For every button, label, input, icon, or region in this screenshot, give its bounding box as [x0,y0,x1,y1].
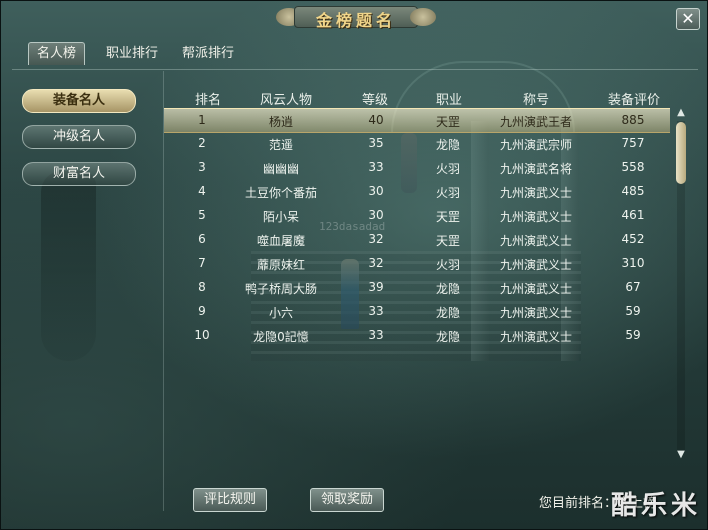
title-banner: 金榜题名 [276,3,436,31]
sidebar-item-wealth[interactable]: 财富名人 [22,162,136,186]
cell-level: 39 [368,280,384,294]
header-rank: 排名 [194,93,221,108]
cell-job: 火羽 [435,258,460,272]
header-score: 装备评价 [607,93,660,108]
cell-rank: 8 [198,280,206,294]
site-watermark: 酷乐米 [611,491,702,521]
cell-name: 蘼原妹红 [256,258,305,272]
table-row[interactable]: 10 龙隐0記憶 33 龙隐 九州演武义士 59 [164,324,670,347]
cell-rank: 3 [198,160,206,174]
cell-score: 59 [625,328,641,342]
cell-title: 九州演武宗师 [499,138,572,152]
sidebar-item-level[interactable]: 冲级名人 [22,125,136,149]
cell-score: 558 [621,160,645,174]
close-icon: ✕ [681,9,695,28]
tab-celebrity[interactable]: 名人榜 [28,42,86,65]
cell-level: 33 [368,328,384,342]
table-row[interactable]: 4 土豆你个番茄 30 火羽 九州演武义士 485 [164,180,670,203]
header-title: 称号 [522,93,549,108]
cell-level: 32 [368,232,384,246]
cell-title: 九州演武义士 [499,186,572,200]
cell-name: 龙隐0記憶 [253,330,309,344]
table-row[interactable]: 3 幽幽幽 33 火羽 九州演武名将 558 [164,156,670,179]
cell-name: 幽幽幽 [262,162,299,176]
cell-level: 40 [368,113,384,127]
cell-level: 30 [368,208,384,222]
cell-job: 天罡 [435,234,460,248]
cell-job: 天罡 [435,115,460,129]
cell-score: 757 [621,136,645,150]
cell-score: 485 [621,184,645,198]
cell-title: 九州演武义士 [499,282,572,296]
cell-name: 陌小呆 [262,210,299,224]
cell-rank: 6 [198,232,206,246]
cell-job: 龙隐 [435,138,460,152]
sidebar: 装备名人 冲级名人 财富名人 [12,71,164,511]
cell-score: 59 [625,304,641,318]
cell-score: 67 [625,280,641,294]
cell-level: 33 [368,304,384,318]
table-row[interactable]: 8 鸭子桥周大肠 39 龙隐 九州演武义士 67 [164,276,670,299]
cell-title: 九州演武义士 [499,210,572,224]
cell-score: 461 [621,208,645,222]
cell-level: 35 [368,136,384,150]
cell-name: 噬血屠魔 [256,234,305,248]
cell-title: 九州演武义士 [499,330,572,344]
cell-rank: 5 [198,208,206,222]
close-button[interactable]: ✕ [676,8,700,30]
cell-rank: 7 [198,256,206,270]
scrollbar-thumb[interactable] [676,122,686,184]
table-row[interactable]: 1 杨逍 40 天罡 九州演武王者 885 [164,108,670,133]
cell-rank: 10 [194,328,210,342]
cell-score: 452 [621,232,645,246]
cell-level: 33 [368,160,384,174]
cell-name: 鸭子桥周大肠 [244,282,317,296]
rules-button[interactable]: 评比规则 [193,488,267,512]
table-row[interactable]: 5 陌小呆 30 天罡 九州演武义士 461 [164,204,670,227]
cell-job: 天罡 [435,210,460,224]
window-title: 金榜题名 [315,11,396,30]
cell-rank: 9 [198,304,206,318]
cell-level: 32 [368,256,384,270]
cell-score: 885 [621,113,645,127]
cell-title: 九州演武义士 [499,234,572,248]
cell-rank: 4 [198,184,206,198]
cell-name: 范遥 [268,138,293,152]
scroll-down-icon[interactable]: ▼ [675,449,687,461]
table-row[interactable]: 7 蘼原妹红 32 火羽 九州演武义士 310 [164,252,670,275]
cell-job: 龙隐 [435,330,460,344]
cell-name: 杨逍 [268,115,293,129]
cell-job: 龙隐 [435,282,460,296]
cell-title: 九州演武名将 [499,162,572,176]
header-name: 风云人物 [259,93,312,108]
cell-name: 小六 [268,306,293,320]
cell-job: 火羽 [435,186,460,200]
cell-rank: 1 [198,113,206,127]
cell-title: 九州演武义士 [499,258,572,272]
table-row[interactable]: 9 小六 33 龙隐 九州演武义士 59 [164,300,670,323]
header-job: 职业 [435,93,462,108]
table-header: 排名 风云人物 等级 职业 称号 装备评价 [164,86,670,108]
cell-job: 火羽 [435,162,460,176]
tab-guild-ranking[interactable]: 帮派排行 [174,43,242,65]
cell-title: 九州演武王者 [499,115,572,129]
cell-job: 龙隐 [435,306,460,320]
tab-job-ranking[interactable]: 职业排行 [98,43,166,65]
ranking-window: 123dasadad 金榜题名 ✕ 名人榜 职业排行 帮派排行 装备名人 冲级名… [0,0,708,530]
cell-score: 310 [621,256,645,270]
top-tab-bar: 名人榜 职业排行 帮派排行 [12,39,698,70]
header-level: 等级 [361,93,388,108]
cell-level: 30 [368,184,384,198]
cell-name: 土豆你个番茄 [244,186,317,200]
table-row[interactable]: 6 噬血屠魔 32 天罡 九州演武义士 452 [164,228,670,251]
table-row[interactable]: 2 范遥 35 龙隐 九州演武宗师 757 [164,132,670,155]
sidebar-item-equipment[interactable]: 装备名人 [22,89,136,113]
cell-title: 九州演武义士 [499,306,572,320]
claim-reward-button[interactable]: 领取奖励 [310,488,384,512]
scroll-up-icon[interactable]: ▲ [675,107,687,119]
cell-rank: 2 [198,136,206,150]
